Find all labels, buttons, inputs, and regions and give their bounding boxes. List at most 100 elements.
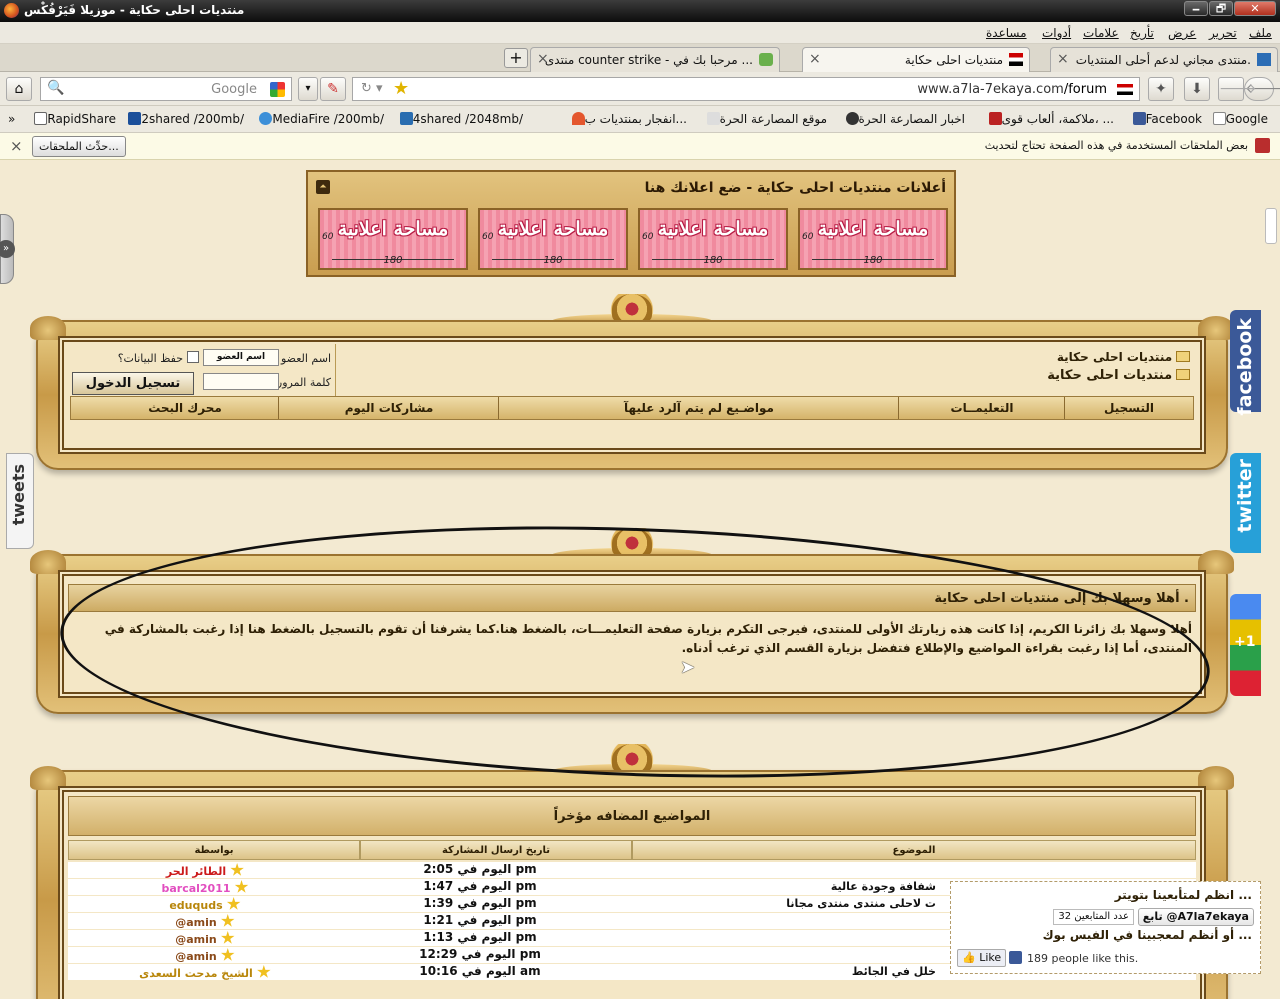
ad-slot[interactable]: مساحة اعلانية 60 180 [318, 208, 468, 270]
facebook-icon [1132, 112, 1146, 125]
home-icon[interactable]: ⌂ [6, 77, 32, 101]
menu-bookmarks[interactable]: علامات [1083, 26, 1119, 40]
password-input[interactable] [203, 373, 279, 390]
author-name[interactable]: @amin [175, 916, 217, 929]
ad-width-label: 180 [383, 255, 403, 266]
facebook-icon [1009, 951, 1022, 964]
ad-height-label: 60 [482, 232, 494, 242]
login-button[interactable]: تسجيل الدخول [72, 372, 194, 395]
tab-close-icon[interactable]: × [537, 51, 549, 67]
author-name[interactable]: @amin [175, 933, 217, 946]
star-icon [230, 863, 244, 876]
facebook-side-button[interactable]: facebook [1230, 310, 1263, 416]
ad-slot[interactable]: مساحة اعلانية 60 180 [638, 208, 788, 270]
ad-slot[interactable]: مساحة اعلانية 60 180 [478, 208, 628, 270]
menu-tools[interactable]: أدوات [1042, 26, 1071, 40]
new-tab-button[interactable]: + [504, 48, 528, 68]
table-row[interactable]: الطائر الحر اليوم في 2:05 pm [68, 862, 1196, 878]
bookmark-star-icon[interactable]: ★ [393, 78, 409, 99]
row-author[interactable]: الطائر الحر [72, 863, 338, 878]
bookmark-boxing[interactable]: ملاكمة، ألعاب قوى، ... [985, 112, 1114, 126]
page-scrollbar[interactable] [1261, 204, 1280, 999]
tweets-label: tweets [9, 464, 28, 526]
search-icon[interactable]: 🔍 [47, 80, 64, 96]
plugin-icon [1255, 138, 1270, 153]
breadcrumb-forum-link[interactable]: منتديات احلى حكاية [1057, 350, 1172, 364]
bookmark-wrestling-site[interactable]: موقع المصارعة الحرة [703, 112, 827, 126]
search-box[interactable]: Google 🔍 [40, 77, 292, 101]
row-author[interactable]: @amin [72, 914, 338, 929]
bookmark-google[interactable]: Google [1209, 112, 1268, 126]
row-author[interactable]: eduquds [72, 897, 338, 912]
row-author[interactable]: @amin [72, 931, 338, 946]
twitter-side-button[interactable]: twitter [1230, 453, 1263, 553]
google-plus-side-button[interactable]: +1 [1230, 594, 1263, 696]
update-plugins-button[interactable]: حدِّث الملحقات... [32, 136, 126, 157]
tab-a7la-7ekaya[interactable]: منتديات احلى حكاية × [802, 47, 1030, 73]
nav-unanswered[interactable]: مواضـيع لم يتم آلرد عليهآ [499, 401, 899, 415]
bookmark-rapidshare[interactable]: RapidShare [30, 112, 116, 126]
left-edge-toggle[interactable]: » [0, 214, 15, 284]
author-name[interactable]: eduquds [169, 899, 222, 912]
nav-help[interactable]: التعليمــات [899, 401, 1065, 415]
nav-register[interactable]: التسجيل [1079, 401, 1179, 415]
url-bar[interactable]: ★ ↻ ▾ www.a7la-7ekaya.com/forum [352, 77, 1140, 101]
tab-support-forum[interactable]: منتدى مجاني لدعم أحلى المنتديات. × [1050, 47, 1278, 72]
row-author[interactable]: الشيخ مدحت السعدى [72, 965, 338, 980]
row-author[interactable]: @amin [72, 948, 338, 963]
row-topic[interactable]: ت لاحلى منتدى منتدى مجانا [786, 897, 936, 910]
rapidshare-icon [34, 112, 48, 125]
ad-width-label: 180 [543, 255, 563, 266]
author-name[interactable]: الشيخ مدحت السعدى [139, 967, 253, 980]
ad-slot[interactable]: مساحة اعلانية 60 180 [798, 208, 948, 270]
bookmark-label: ملاكمة، ألعاب قوى، ... [1001, 112, 1114, 126]
bookmark-4shared[interactable]: 4shared /2048mb/ [396, 112, 523, 126]
menu-edit[interactable]: تحرير [1209, 26, 1237, 40]
ad-text: مساحة اعلانية [497, 218, 609, 240]
scrollbar-thumb[interactable] [1265, 208, 1277, 244]
firefox-logo-icon [4, 3, 19, 18]
menu-file[interactable]: ملف [1249, 26, 1272, 40]
reader-addon-icon[interactable]: ✎ [320, 77, 346, 101]
facebook-like-button[interactable]: 👍 Like [957, 949, 1007, 967]
forward-arrow-icon[interactable]: 🡒 [1218, 77, 1257, 101]
ad-width-label: 180 [703, 255, 723, 266]
bookmark-forum-explosion[interactable]: انفجار بمنتديات ب... [568, 112, 687, 126]
collapse-icon[interactable]: ⏶ [316, 180, 330, 194]
bookmarks-overflow-chevron-icon[interactable]: » [8, 112, 15, 126]
tweets-side-tab[interactable]: tweets [6, 453, 34, 549]
row-topic[interactable]: شفافة وجودة عالية [831, 880, 936, 893]
reload-icon[interactable]: ↻ ▾ [361, 81, 383, 96]
minimize-button[interactable]: 🗕 [1184, 1, 1208, 16]
maximize-button[interactable]: 🗗 [1209, 1, 1233, 16]
search-engine-dropdown-icon[interactable]: ▾ [298, 77, 318, 101]
username-input[interactable]: اسم العضو [203, 349, 279, 366]
row-author[interactable]: barcal2011 [72, 880, 338, 895]
menu-help[interactable]: مساعدة [986, 26, 1027, 40]
bookmark-facebook[interactable]: Facebook [1129, 112, 1202, 126]
author-name[interactable]: @amin [175, 950, 217, 963]
close-window-button[interactable]: ✕ [1234, 1, 1276, 16]
bookmark-mediafire[interactable]: MediaFire /200mb/ [255, 112, 384, 126]
remember-checkbox[interactable] [187, 351, 199, 363]
download-icon[interactable]: ⬇ [1184, 77, 1210, 101]
column-header-topic: الموضوع [632, 840, 1196, 860]
twitter-follow-button[interactable]: تابع @A7la7ekaya [1137, 908, 1254, 926]
bookmark-2shared[interactable]: 2shared /200mb/ [124, 112, 244, 126]
mouse-cursor-icon: ➤ [680, 657, 696, 678]
tab-counter-strike[interactable]: منتدى counter strike - مرحبا بك في ... × [530, 47, 780, 72]
menu-view[interactable]: عرض [1168, 26, 1196, 40]
twitter-follower-count: عدد المتابعين 32 [1053, 909, 1134, 925]
addon-icon[interactable]: ✦ [1148, 77, 1174, 101]
nav-search[interactable]: محرك البحث [91, 401, 279, 415]
page-title: منتديات احلى حكاية [1047, 368, 1173, 383]
nav-todays-posts[interactable]: مشاركات اليوم [279, 401, 499, 415]
menu-history[interactable]: تأريخ [1130, 26, 1154, 40]
notification-close-icon[interactable]: × [10, 137, 23, 155]
tab-close-icon[interactable]: × [1057, 51, 1069, 67]
tab-close-icon[interactable]: × [809, 51, 821, 67]
author-name[interactable]: الطائر الحر [166, 865, 226, 878]
bookmark-wrestling-news[interactable]: اخبار المصارعة الحرة [842, 112, 965, 126]
author-name[interactable]: barcal2011 [161, 882, 230, 895]
row-topic[interactable]: خلل في الجائط [852, 965, 936, 978]
